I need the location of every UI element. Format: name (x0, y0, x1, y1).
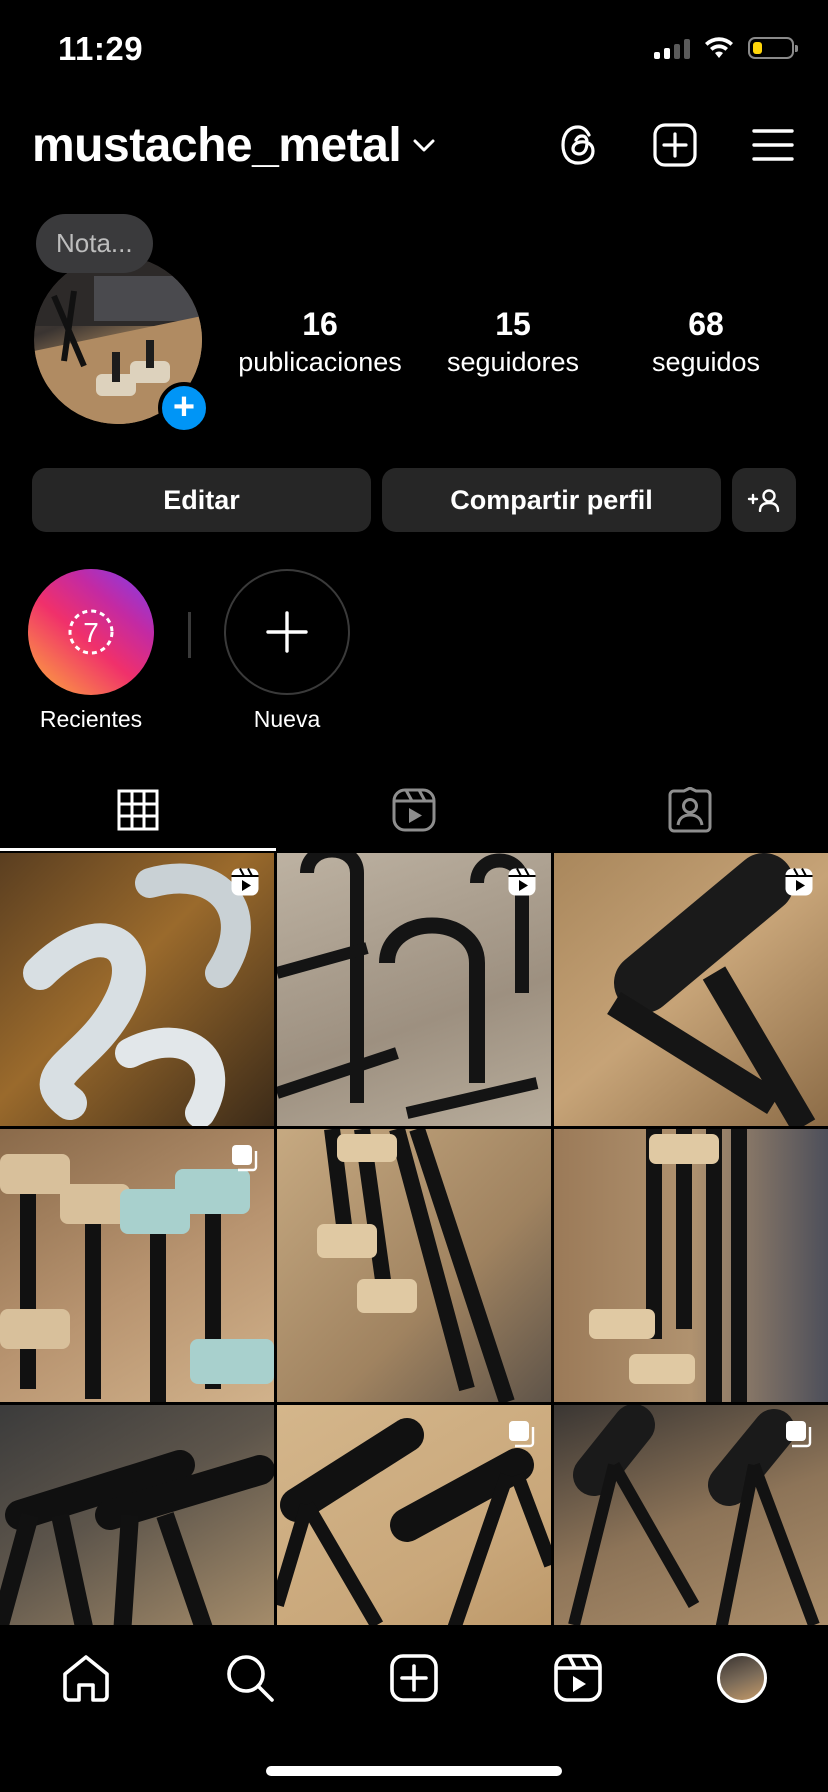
tab-indicator (0, 848, 276, 851)
plus-icon: + (172, 385, 196, 428)
nav-reels[interactable] (550, 1650, 606, 1706)
status-time: 11:29 (58, 30, 144, 67)
tab-grid[interactable] (0, 770, 276, 850)
menu-icon[interactable] (750, 122, 796, 168)
stat-value: 16 (302, 306, 338, 342)
create-post-icon[interactable] (652, 122, 698, 168)
username-switcher[interactable]: mustache_metal (32, 118, 435, 173)
carousel-icon (232, 1145, 258, 1172)
tagged-icon (668, 787, 712, 833)
stat-following[interactable]: 68 seguidos (606, 306, 806, 378)
stat-label: seguidos (651, 347, 761, 377)
highlight-label: Nueva (253, 706, 321, 732)
stat-label: seguidores (446, 347, 580, 377)
post-thumbnail[interactable] (277, 853, 551, 1126)
edit-profile-button[interactable]: Editar (32, 468, 371, 532)
post-thumbnail[interactable] (0, 1129, 274, 1402)
recent-count: 7 (83, 617, 99, 648)
stat-label: publicaciones (238, 347, 402, 377)
tab-tagged[interactable] (552, 770, 828, 850)
stat-value: 68 (688, 306, 724, 342)
plus-icon (266, 611, 308, 653)
post-thumbnail[interactable] (0, 853, 274, 1126)
add-story-button[interactable]: + (158, 382, 210, 434)
post-thumbnail[interactable] (277, 1129, 551, 1402)
wifi-icon (705, 37, 733, 58)
new-highlight-button[interactable] (224, 569, 350, 695)
nav-profile[interactable] (714, 1650, 770, 1706)
note-bubble[interactable]: Nota... (36, 214, 153, 273)
highlight-recientes[interactable]: 7 (28, 569, 154, 695)
stat-posts[interactable]: 16 publicaciones (220, 306, 420, 378)
reel-icon (508, 868, 536, 896)
nav-home[interactable] (58, 1650, 114, 1706)
reel-icon (785, 868, 813, 896)
stat-followers[interactable]: 15 seguidores (413, 306, 613, 378)
discover-people-button[interactable] (732, 468, 796, 532)
post-image (589, 1129, 747, 1402)
nav-search[interactable] (222, 1650, 278, 1706)
post-image (317, 1129, 515, 1402)
threads-icon[interactable] (556, 122, 602, 168)
tab-reels[interactable] (276, 770, 552, 850)
search-icon (227, 1655, 274, 1702)
grid-icon (117, 789, 159, 831)
home-icon (63, 1655, 109, 1702)
username: mustache_metal (32, 119, 402, 172)
cellular-signal-icon (654, 37, 690, 59)
battery-icon (748, 37, 798, 59)
post-thumbnail[interactable] (554, 853, 828, 1126)
highlight-divider (188, 612, 191, 658)
share-profile-button[interactable]: Compartir perfil (382, 468, 721, 532)
posts-grid (0, 853, 828, 1678)
profile-avatar-small (717, 1653, 767, 1703)
status-icons (654, 36, 798, 60)
add-person-icon (747, 489, 780, 512)
create-post-icon (390, 1654, 438, 1702)
highlight-label: Recientes (39, 706, 143, 732)
reels-icon (392, 788, 436, 832)
nav-create[interactable] (386, 1650, 442, 1706)
carousel-icon (786, 1421, 812, 1448)
recent-stories-icon: 7 (68, 609, 114, 655)
reels-icon (554, 1654, 602, 1702)
home-indicator (266, 1766, 562, 1776)
chevron-down-icon (413, 139, 435, 151)
post-thumbnail[interactable] (554, 1129, 828, 1402)
stat-value: 15 (495, 306, 531, 342)
carousel-icon (509, 1421, 535, 1448)
reel-icon (231, 868, 259, 896)
